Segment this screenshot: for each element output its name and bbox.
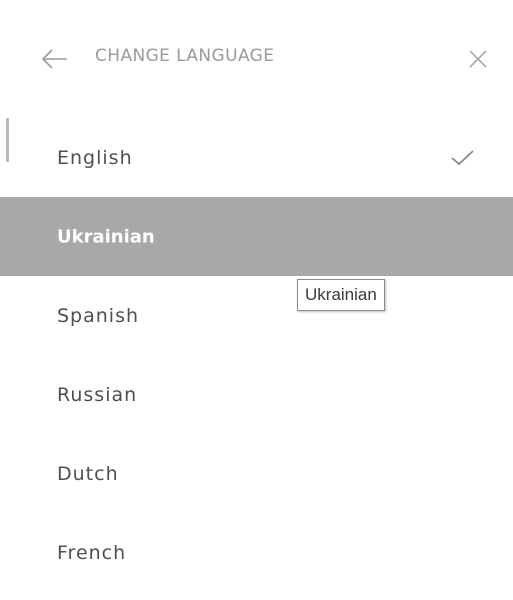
language-label: Ukrainian [57, 226, 155, 247]
language-item-dutch[interactable]: Dutch [0, 434, 513, 513]
tooltip: Ukrainian [297, 279, 385, 311]
panel-header: CHANGE LANGUAGE [0, 0, 513, 120]
arrow-left-icon [41, 49, 67, 69]
back-button[interactable] [38, 42, 72, 76]
language-label: Russian [57, 383, 138, 406]
language-label: Dutch [57, 462, 119, 485]
change-language-panel: CHANGE LANGUAGE English Ukrainian Spanis… [0, 0, 513, 600]
page-title: CHANGE LANGUAGE [95, 46, 275, 66]
language-item-russian[interactable]: Russian [0, 355, 513, 434]
language-item-english[interactable]: English [0, 118, 513, 197]
language-item-french[interactable]: French [0, 513, 513, 592]
checkmark-icon [451, 149, 474, 165]
language-item-ukrainian[interactable]: Ukrainian [0, 197, 513, 276]
close-button[interactable] [461, 42, 495, 76]
language-label: Spanish [57, 304, 140, 327]
language-item-spanish[interactable]: Spanish [0, 276, 513, 355]
close-icon [469, 50, 487, 68]
language-list: English Ukrainian Spanish Russian Dutch … [0, 118, 513, 592]
language-label: English [57, 146, 133, 169]
language-label: French [57, 541, 127, 564]
